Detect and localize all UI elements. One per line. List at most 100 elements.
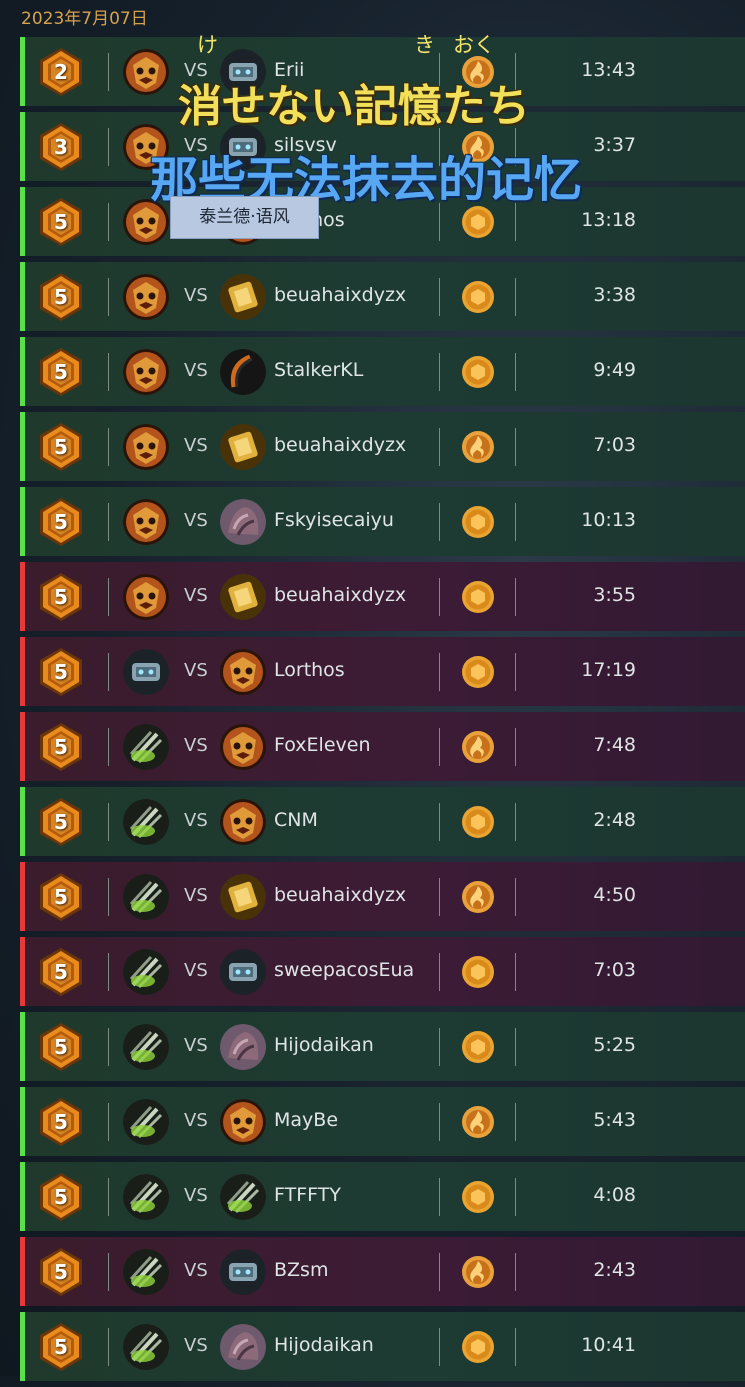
hex-coin-icon: [461, 1030, 495, 1064]
hex-coin-icon: [461, 1330, 495, 1364]
match-row[interactable]: 5 VS Hijodaikan 5:25: [20, 1012, 745, 1081]
match-row[interactable]: 5 VS FoxEleven 7:48: [20, 712, 745, 781]
golden-tome-hero-icon[interactable]: [220, 424, 266, 470]
stone-giant-hero-icon[interactable]: [220, 499, 266, 545]
match-duration: 10:41: [581, 1334, 636, 1356]
match-row[interactable]: 5 VS Fskyisecaiyu 10:13: [20, 487, 745, 556]
flame-coin-icon: [461, 1255, 495, 1289]
opponent-name: beuahaixdyzx: [274, 884, 407, 906]
tribal-mask-hero-icon: [123, 349, 169, 395]
stone-giant-hero-icon[interactable]: [220, 1324, 266, 1370]
divider: [108, 128, 109, 166]
opponent-name: Fskyisecaiyu: [274, 509, 394, 531]
tribal-mask-hero-icon: [123, 574, 169, 620]
rank-value: 5: [54, 210, 68, 234]
rank-value: 5: [54, 285, 68, 309]
tribal-mask-hero-icon: [123, 274, 169, 320]
rank-value: 5: [54, 360, 68, 384]
divider: [439, 1178, 440, 1216]
opponent-name: CNM: [274, 809, 318, 831]
tribal-mask-hero-icon[interactable]: [220, 724, 266, 770]
hero-tooltip: 泰兰德·语风: [170, 196, 319, 239]
divider: [515, 503, 516, 541]
vs-label: VS: [184, 885, 208, 906]
tribal-mask-hero-icon[interactable]: [220, 649, 266, 695]
match-row[interactable]: 5 VS sweepacosEua 7:03: [20, 937, 745, 1006]
divider: [108, 1103, 109, 1141]
divider: [515, 1178, 516, 1216]
hex-coin-icon: [461, 805, 495, 839]
divider: [439, 353, 440, 391]
match-duration: 4:50: [593, 884, 636, 906]
match-row[interactable]: 5 VS beuahaixdyzx 3:38: [20, 262, 745, 331]
vs-label: VS: [184, 1260, 208, 1281]
golden-tome-hero-icon[interactable]: [220, 874, 266, 920]
divider: [108, 1178, 109, 1216]
match-duration: 5:43: [593, 1109, 636, 1131]
tribal-mask-hero-icon[interactable]: [220, 799, 266, 845]
divider: [515, 428, 516, 466]
subtitle-japanese: 消せない記憶たち: [178, 81, 530, 132]
vs-label: VS: [184, 1110, 208, 1131]
rank-value: 5: [54, 885, 68, 909]
divider: [108, 728, 109, 766]
divider: [108, 1028, 109, 1066]
match-duration: 2:43: [593, 1259, 636, 1281]
dark-bow-hero-icon[interactable]: [220, 349, 266, 395]
opponent-name: StalkerKL: [274, 359, 364, 381]
golden-tome-hero-icon[interactable]: [220, 574, 266, 620]
match-row[interactable]: 5 VS beuahaixdyzx 4:50: [20, 862, 745, 931]
rank-badge: 5: [38, 872, 84, 922]
vs-label: VS: [184, 360, 208, 381]
match-row[interactable]: 5 VS FTFFTY 4:08: [20, 1162, 745, 1231]
tribal-mask-hero-icon[interactable]: [220, 1099, 266, 1145]
match-duration: 17:19: [581, 659, 636, 681]
divider: [439, 953, 440, 991]
rank-value: 5: [54, 510, 68, 534]
match-duration: 4:08: [593, 1184, 636, 1206]
match-row[interactable]: 5 VS BZsm 2:43: [20, 1237, 745, 1306]
rank-value: 5: [54, 435, 68, 459]
rank-badge: 5: [38, 1022, 84, 1072]
divider: [439, 803, 440, 841]
match-row[interactable]: 5 VS MayBe 5:43: [20, 1087, 745, 1156]
divider: [439, 728, 440, 766]
match-row[interactable]: 5 VS beuahaixdyzx 7:03: [20, 412, 745, 481]
divider: [515, 878, 516, 916]
match-duration: 3:37: [593, 134, 636, 156]
rank-badge: 5: [38, 722, 84, 772]
rank-badge: 5: [38, 197, 84, 247]
tribal-mask-hero-icon: [123, 499, 169, 545]
green-claw-hero-icon[interactable]: [220, 1174, 266, 1220]
armored-beast-hero-icon[interactable]: [220, 949, 266, 995]
opponent-name: sweepacosEua: [274, 959, 415, 981]
rank-badge: 2: [38, 47, 84, 97]
match-duration: 3:55: [593, 584, 636, 606]
stone-giant-hero-icon[interactable]: [220, 1024, 266, 1070]
opponent-name: beuahaixdyzx: [274, 434, 407, 456]
match-row[interactable]: 5 VS CNM 2:48: [20, 787, 745, 856]
opponent-name: beuahaixdyzx: [274, 584, 407, 606]
match-row[interactable]: 5 VS StalkerKL 9:49: [20, 337, 745, 406]
armored-beast-hero-icon[interactable]: [220, 1249, 266, 1295]
rank-badge: 5: [38, 1247, 84, 1297]
opponent-name: Lorthos: [274, 659, 345, 681]
date-header: 2023年7月07日: [21, 9, 148, 29]
flame-coin-icon: [461, 1105, 495, 1139]
rank-badge: 5: [38, 497, 84, 547]
green-claw-hero-icon: [123, 1324, 169, 1370]
divider: [515, 728, 516, 766]
rank-value: 5: [54, 660, 68, 684]
rank-badge: 5: [38, 347, 84, 397]
opponent-name: FoxEleven: [274, 734, 371, 756]
tribal-mask-hero-icon: [123, 424, 169, 470]
divider: [439, 1103, 440, 1141]
divider: [108, 803, 109, 841]
match-row[interactable]: 5 VS Lorthos 17:19: [20, 637, 745, 706]
match-row[interactable]: 5 VS Hijodaikan 10:41: [20, 1312, 745, 1381]
divider: [108, 953, 109, 991]
match-duration: 5:25: [593, 1034, 636, 1056]
rank-badge: 5: [38, 797, 84, 847]
match-row[interactable]: 5 VS beuahaixdyzx 3:55: [20, 562, 745, 631]
golden-tome-hero-icon[interactable]: [220, 274, 266, 320]
